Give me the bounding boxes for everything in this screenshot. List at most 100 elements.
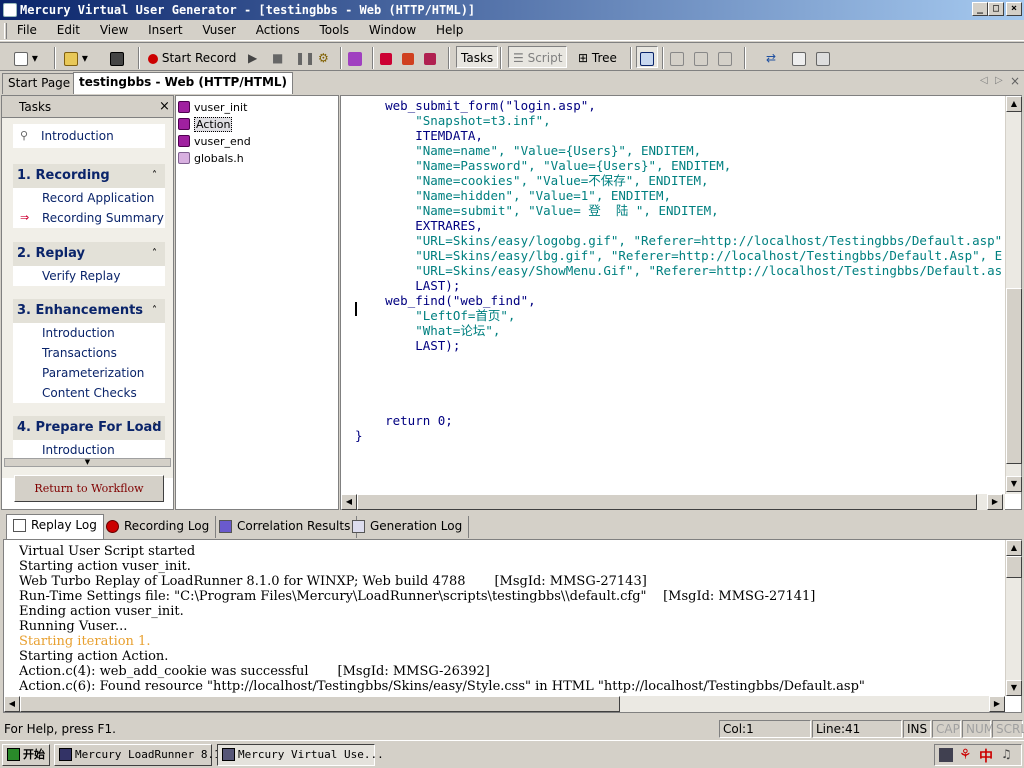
task-group-header[interactable]: 4. Prepare For Load ˄	[13, 416, 165, 440]
tab-recording-log[interactable]: Recording Log	[100, 516, 217, 538]
show-tasks-pane-button[interactable]	[636, 46, 658, 68]
scroll-down-button[interactable]: ▼	[1006, 680, 1022, 696]
scroll-down-button[interactable]: ▼	[1006, 476, 1022, 492]
tree-view-button[interactable]: ⊞ Tree	[578, 47, 617, 69]
code-line[interactable]	[355, 368, 1003, 383]
menu-file[interactable]: File	[17, 23, 37, 37]
code-text[interactable]: web_submit_form("login.asp", "Snapshot=t…	[355, 98, 1003, 493]
task-item[interactable]: Record Application	[13, 188, 165, 208]
code-line[interactable]: LAST);	[355, 338, 1003, 353]
open-button[interactable]: ▾	[64, 47, 88, 69]
layout-button-3[interactable]	[718, 47, 732, 69]
return-to-workflow-button[interactable]: Return to Workflow	[14, 475, 164, 502]
settings-button[interactable]: ⚙	[318, 47, 329, 69]
log-horizontal-scrollbar[interactable]: ◀ ▶	[4, 696, 1005, 712]
parameters-button[interactable]	[792, 47, 806, 69]
taskbar-vugen[interactable]: Mercury Virtual Use...	[217, 744, 384, 766]
task-item[interactable]: Transactions	[13, 343, 165, 363]
scroll-up-button[interactable]: ▲	[1006, 540, 1022, 556]
code-line[interactable]: "URL=Skins/easy/ShowMenu.Gif", "Referer=…	[355, 263, 1003, 278]
menu-insert[interactable]: Insert	[148, 23, 182, 37]
new-script-button[interactable]: ▾	[14, 47, 38, 69]
tree-item-vuser-end[interactable]: vuser_end	[178, 133, 251, 150]
menu-window[interactable]: Window	[369, 23, 416, 37]
close-button[interactable]: ×	[1006, 2, 1022, 16]
menu-vuser[interactable]: Vuser	[202, 23, 236, 37]
breakpoint-button[interactable]	[402, 47, 414, 69]
tab-scroll-left-icon[interactable]: ◁	[980, 75, 988, 86]
code-line[interactable]: EXTRARES,	[355, 218, 1003, 233]
code-line[interactable]: "LeftOf=首页",	[355, 308, 1003, 323]
menu-help[interactable]: Help	[436, 23, 463, 37]
code-line[interactable]: }	[355, 428, 1003, 443]
layout-button-2[interactable]	[694, 47, 708, 69]
menu-edit[interactable]: Edit	[57, 23, 80, 37]
task-group-header[interactable]: 3. Enhancements ˄	[13, 299, 165, 323]
scroll-thumb[interactable]	[1006, 288, 1022, 464]
export-button[interactable]	[816, 47, 830, 69]
collapse-icon[interactable]: ˄	[152, 299, 157, 323]
scroll-left-button[interactable]: ◀	[4, 696, 20, 712]
code-line[interactable]: "Name=cookies", "Value=不保存", ENDITEM,	[355, 173, 1003, 188]
scroll-thumb[interactable]	[357, 494, 977, 510]
editor-vertical-scrollbar[interactable]: ▲ ▼	[1005, 96, 1022, 494]
menu-tools[interactable]: Tools	[319, 23, 349, 37]
task-item[interactable]: Parameterization	[13, 363, 165, 383]
tray-network-icon[interactable]: ⚘	[959, 747, 972, 763]
code-line[interactable]: ITEMDATA,	[355, 128, 1003, 143]
code-line[interactable]: "Name=name", "Value={Users}", ENDITEM,	[355, 143, 1003, 158]
task-intro[interactable]: ⚲ Introduction	[13, 124, 165, 148]
script-view-button[interactable]: ☰ Script	[508, 46, 568, 68]
collapse-icon[interactable]: ˄	[152, 242, 157, 266]
tab-testingbbs[interactable]: testingbbs - Web (HTTP/HTML)	[73, 72, 294, 94]
tree-item-action[interactable]: Action	[178, 116, 233, 133]
tab-replay-log[interactable]: Replay Log	[6, 514, 104, 539]
tab-start-page[interactable]: Start Page	[2, 73, 77, 94]
tasks-scroll-down-button[interactable]: ▼	[4, 458, 171, 467]
code-line[interactable]: "URL=Skins/easy/logobg.gif", "Referer=ht…	[355, 233, 1003, 248]
code-line[interactable]: "Snapshot=t3.inf",	[355, 113, 1003, 128]
pause-button[interactable]: ❚❚	[295, 47, 315, 69]
tray-ime-icon[interactable]: 中	[979, 746, 993, 766]
correlate-button[interactable]: ⇄	[766, 47, 776, 69]
tab-generation-log[interactable]: Generation Log	[346, 516, 470, 538]
script-editor[interactable]: web_submit_form("login.asp", "Snapshot=t…	[340, 95, 1022, 510]
code-line[interactable]: return 0;	[355, 413, 1003, 428]
code-line[interactable]: "What=论坛",	[355, 323, 1003, 338]
tab-scroll-right-icon[interactable]: ▷	[995, 75, 1003, 86]
taskbar-loadrunner[interactable]: Mercury LoadRunner 8.1	[54, 744, 221, 766]
collapse-icon[interactable]: ˄	[152, 416, 157, 440]
code-line[interactable]: LAST);	[355, 278, 1003, 293]
menu-actions[interactable]: Actions	[256, 23, 300, 37]
tree-item-vuser-init[interactable]: vuser_init	[178, 99, 247, 116]
scroll-left-button[interactable]: ◀	[341, 494, 357, 510]
log-vertical-scrollbar[interactable]: ▲ ▼	[1005, 540, 1022, 696]
save-button[interactable]	[110, 47, 124, 69]
tray-app-icon[interactable]	[939, 748, 953, 762]
run-button[interactable]: ▶	[248, 47, 257, 69]
tasks-close-icon[interactable]: ×	[159, 96, 170, 118]
code-line[interactable]: "Name=hidden", "Value=1", ENDITEM,	[355, 188, 1003, 203]
code-line[interactable]	[355, 398, 1003, 413]
code-line[interactable]	[355, 383, 1003, 398]
start-record-button[interactable]: Start Record	[148, 47, 236, 69]
scroll-thumb[interactable]	[1006, 556, 1022, 578]
task-item[interactable]: Verify Replay	[13, 266, 165, 286]
layout-button-1[interactable]	[670, 47, 684, 69]
code-line[interactable]: web_submit_form("login.asp",	[355, 98, 1003, 113]
tasks-button[interactable]: Tasks	[456, 46, 499, 68]
editor-horizontal-scrollbar[interactable]: ◀ ▶	[341, 494, 1005, 510]
code-line[interactable]: web_find("web_find",	[355, 293, 1003, 308]
code-line[interactable]: "Name=submit", "Value= 登 陆 ", ENDITEM,	[355, 203, 1003, 218]
stop-button[interactable]: ■	[272, 47, 283, 69]
bookmark-button[interactable]	[424, 47, 436, 69]
scroll-right-button[interactable]: ▶	[987, 494, 1003, 510]
code-line[interactable]	[355, 353, 1003, 368]
task-item[interactable]: Introduction	[13, 440, 165, 458]
code-line[interactable]: "URL=Skins/easy/lbg.gif", "Referer=http:…	[355, 248, 1003, 263]
restore-button[interactable]: □	[988, 2, 1004, 16]
collapse-icon[interactable]: ˄	[152, 164, 157, 188]
compile-button[interactable]	[348, 47, 362, 69]
menu-view[interactable]: View	[100, 23, 128, 37]
task-group-header[interactable]: 2. Replay ˄	[13, 242, 165, 266]
